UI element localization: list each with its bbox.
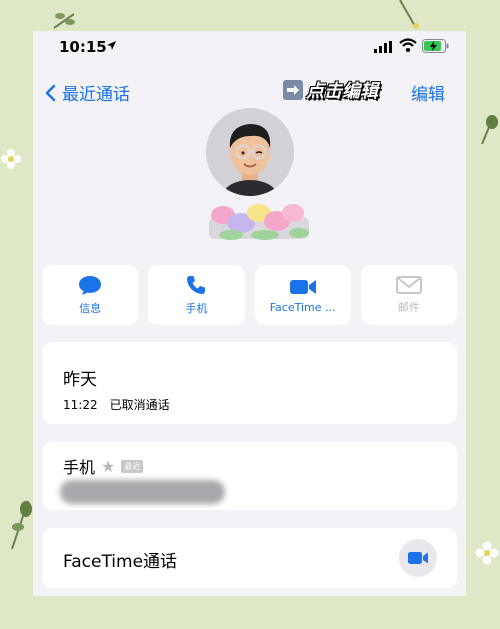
- call-label: 手机: [185, 302, 208, 315]
- video-icon: [408, 552, 428, 564]
- annotation-sticker: 点击编辑: [283, 77, 378, 103]
- battery-charging-icon: [422, 39, 449, 53]
- facetime-label: FaceTime ...: [269, 300, 336, 314]
- facetime-button[interactable]: FaceTime ...: [254, 265, 351, 325]
- twig-decoration-icon: [399, 0, 419, 29]
- contact-avatar[interactable]: [206, 108, 294, 196]
- recent-time: 11:22: [63, 398, 98, 412]
- flower-decoration-icon: [475, 541, 499, 565]
- recent-badge: 最近: [121, 459, 144, 473]
- annotation-text: 点击编辑: [306, 81, 378, 102]
- recent-day: 昨天: [63, 370, 97, 390]
- phone-icon: [187, 276, 206, 294]
- contact-screen: 10:15 最近通话 点击编辑 编辑 信息 手机 FaceTime ... 邮件…: [33, 31, 466, 596]
- recent-call-row: 11:22 已取消通话: [63, 396, 170, 413]
- message-label: 信息: [79, 302, 102, 315]
- leaf-decoration-icon: [481, 115, 498, 144]
- memoji-avatar-icon: [224, 124, 276, 196]
- leaf-decoration-icon: [53, 13, 75, 29]
- call-button[interactable]: 手机: [148, 265, 245, 325]
- status-time: 10:15: [59, 38, 107, 56]
- mail-icon: [395, 276, 422, 294]
- arrow-right-icon: [283, 80, 303, 100]
- message-button[interactable]: 信息: [42, 265, 139, 325]
- flower-sticker-icon: [209, 204, 309, 240]
- location-arrow-icon: [107, 41, 116, 50]
- message-icon: [79, 276, 102, 295]
- flower-decoration-icon: [1, 149, 21, 169]
- recent-calls-card: 昨天 11:22 已取消通话: [42, 342, 457, 424]
- phone-number-redacted[interactable]: [60, 480, 225, 504]
- branch-decoration-icon: [11, 500, 32, 549]
- phone-field-label-row: 手机 ★ 最近: [63, 454, 144, 478]
- back-label: 最近通话: [62, 85, 130, 105]
- facetime-video-button[interactable]: [399, 539, 437, 577]
- mail-label: 邮件: [397, 301, 420, 314]
- video-icon: [289, 279, 316, 294]
- action-buttons: 信息 手机 FaceTime ... 邮件: [42, 265, 457, 325]
- back-button[interactable]: 最近通话: [45, 80, 130, 105]
- wifi-icon: [399, 38, 417, 52]
- mail-button[interactable]: 邮件: [360, 265, 457, 325]
- facetime-call-label: FaceTime通话: [63, 552, 178, 572]
- recent-status: 已取消通话: [109, 398, 170, 412]
- edit-button[interactable]: 编辑: [411, 80, 445, 105]
- star-icon: ★: [101, 456, 116, 476]
- phone-number-card[interactable]: 手机 ★ 最近: [42, 442, 457, 510]
- phone-field-label: 手机: [63, 458, 96, 477]
- facetime-call-card[interactable]: FaceTime通话: [42, 528, 457, 588]
- nav-bar: 最近通话 点击编辑 编辑: [33, 77, 466, 111]
- cellular-signal-icon: [374, 41, 392, 53]
- chevron-left-icon: [45, 84, 56, 101]
- status-bar: 10:15: [33, 31, 466, 65]
